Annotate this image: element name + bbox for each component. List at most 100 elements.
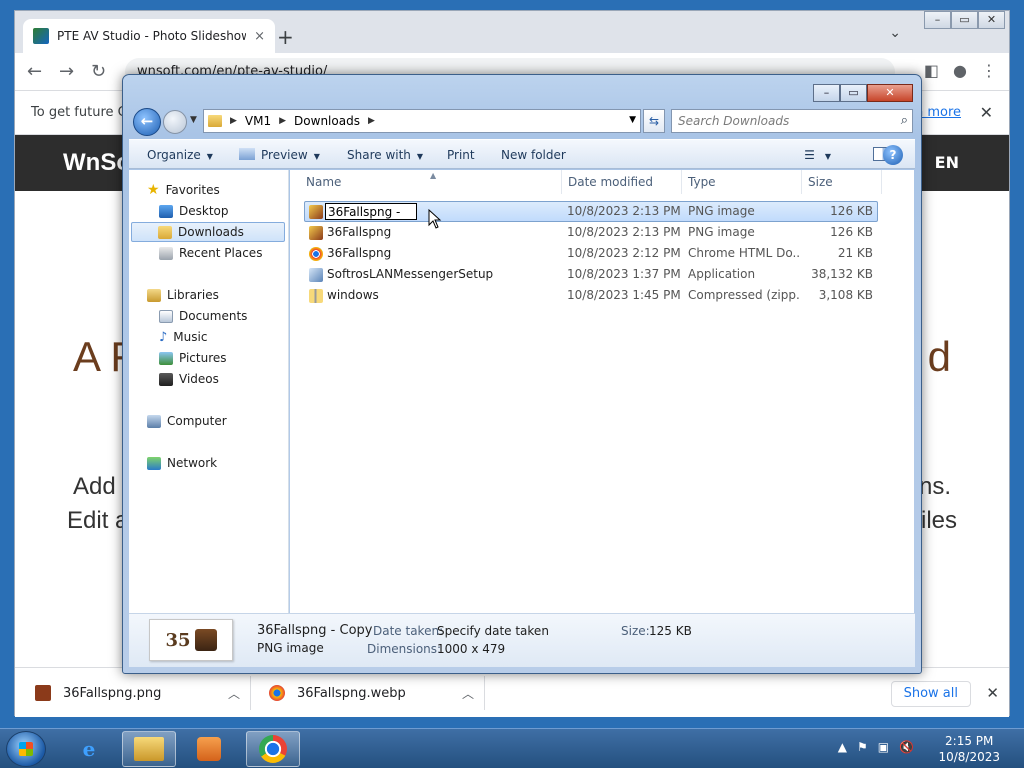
help-icon[interactable]: ? xyxy=(883,145,903,165)
file-size: 126 KB xyxy=(830,204,873,218)
chevron-up-icon[interactable]: ︿ xyxy=(228,685,240,702)
new-folder-button[interactable]: New folder xyxy=(501,148,566,162)
search-icon[interactable]: ⌕ xyxy=(901,110,908,132)
network-status-icon[interactable]: ▣ xyxy=(878,740,889,754)
site-logo[interactable]: WnSo xyxy=(63,149,131,177)
view-menu-button[interactable]: ☰ ▼ xyxy=(804,148,831,162)
dimensions-value: 1000 x 479 xyxy=(437,642,506,656)
file-size: 126 KB xyxy=(830,225,873,239)
show-all-button[interactable]: Show all xyxy=(890,681,971,707)
back-button[interactable]: ← xyxy=(133,108,161,136)
preview-icon xyxy=(239,148,255,160)
download-item[interactable]: 36Fallspng.png ︿ xyxy=(25,676,251,710)
breadcrumb-separator-icon[interactable]: ▶ xyxy=(368,116,375,126)
nav-network[interactable]: Network xyxy=(147,453,217,473)
rename-input[interactable] xyxy=(325,203,417,220)
nav-downloads[interactable]: Downloads xyxy=(131,222,285,242)
breadcrumb[interactable]: ▶ VM1 ▶ Downloads ▶ ▼ xyxy=(203,109,641,133)
history-dropdown-icon[interactable]: ▼ xyxy=(190,115,197,125)
profile-avatar-icon[interactable]: ● xyxy=(953,61,967,80)
dialog-close-button[interactable]: ✕ xyxy=(867,84,913,102)
nav-libraries[interactable]: Libraries xyxy=(147,285,219,305)
browser-tab[interactable]: PTE AV Studio - Photo Slideshow × xyxy=(23,19,275,53)
details-file-type: PNG image xyxy=(257,641,324,655)
nav-documents[interactable]: Documents xyxy=(159,306,247,326)
column-header-name[interactable]: Name ▲ xyxy=(300,170,562,194)
image-icon xyxy=(309,226,323,240)
chrome-taskbar-button[interactable] xyxy=(246,731,300,767)
videos-icon xyxy=(159,372,173,386)
maximize-button[interactable]: ▭ xyxy=(951,11,978,29)
column-header-size[interactable]: Size xyxy=(802,170,882,194)
dialog-minimize-button[interactable]: – xyxy=(813,84,840,102)
language-switch[interactable]: EN xyxy=(935,153,959,172)
dialog-maximize-button[interactable]: ▭ xyxy=(840,84,867,102)
explorer-dialog: – ▭ ✕ ← ▼ ▶ VM1 ▶ Downloads ▶ ▼ ⇆ Search… xyxy=(122,74,922,674)
volume-muted-icon[interactable]: 🔇 xyxy=(899,740,914,754)
file-explorer-taskbar-button[interactable] xyxy=(122,731,176,767)
breadcrumb-item-vm1[interactable]: VM1 xyxy=(245,114,271,128)
nav-favorites[interactable]: ★ Favorites xyxy=(147,180,220,200)
table-row[interactable]: 36Fallspng 10/8/2023 2:13 PM PNG image 1… xyxy=(304,222,878,243)
breadcrumb-separator-icon[interactable]: ▶ xyxy=(279,116,286,126)
file-date: 10/8/2023 2:13 PM xyxy=(567,225,681,239)
navigation-pane: ★ Favorites Desktop Downloads Recent Plac… xyxy=(129,170,289,613)
download-bar-close-icon[interactable]: ✕ xyxy=(986,684,999,702)
print-button[interactable]: Print xyxy=(447,148,475,162)
tab-close-icon[interactable]: × xyxy=(254,29,265,44)
music-icon: ♪ xyxy=(159,329,168,345)
nav-desktop[interactable]: Desktop xyxy=(159,201,229,221)
table-row[interactable]: windows 10/8/2023 1:45 PM Compressed (zi… xyxy=(304,285,878,306)
minimize-button[interactable]: – xyxy=(924,11,951,29)
tab-search-icon[interactable]: ⌄ xyxy=(889,25,901,41)
date-taken-label: Date taken: xyxy=(373,624,444,638)
address-row: ← ▼ ▶ VM1 ▶ Downloads ▶ ▼ ⇆ Search Downl… xyxy=(129,107,915,136)
table-row[interactable]: 36Fallspng 10/8/2023 2:12 PM Chrome HTML… xyxy=(304,243,878,264)
show-hidden-icons-icon[interactable]: ▲ xyxy=(838,740,847,754)
share-with-button[interactable]: Share with ▼ xyxy=(347,148,423,162)
address-dropdown-icon[interactable]: ▼ xyxy=(629,115,636,125)
preview-button[interactable]: Preview ▼ xyxy=(239,148,320,162)
system-clock[interactable]: 2:15 PM 10/8/2023 xyxy=(938,733,1000,765)
table-row[interactable]: SoftrosLANMessengerSetup 10/8/2023 1:37 … xyxy=(304,264,878,285)
search-placeholder: Search Downloads xyxy=(678,114,790,128)
back-arrow-icon[interactable]: ← xyxy=(27,61,42,82)
date-taken-value[interactable]: Specify date taken xyxy=(437,624,549,638)
download-item[interactable]: 36Fallspng.webp ︿ xyxy=(259,676,485,710)
size-label: Size: xyxy=(621,624,650,638)
info-bar-close-icon[interactable]: ✕ xyxy=(980,103,993,122)
start-button[interactable] xyxy=(6,731,46,767)
reload-icon[interactable]: ↻ xyxy=(91,61,106,82)
file-name: SoftrosLANMessengerSetup xyxy=(327,267,494,281)
search-input[interactable]: Search Downloads ⌕ xyxy=(671,109,913,133)
organize-button[interactable]: Organize ▼ xyxy=(147,148,213,162)
table-row[interactable]: 10/8/2023 2:13 PM PNG image 126 KB xyxy=(304,201,878,222)
thumbnail-figure-icon xyxy=(194,629,217,651)
nav-videos[interactable]: Videos xyxy=(159,369,219,389)
nav-label: Videos xyxy=(179,372,219,386)
nav-label: Pictures xyxy=(179,351,227,365)
media-player-icon[interactable] xyxy=(182,731,236,767)
nav-label: Downloads xyxy=(178,225,244,239)
sidebar-icon[interactable]: ◧ xyxy=(924,61,939,80)
column-header-date-modified[interactable]: Date modified xyxy=(562,170,682,194)
close-button[interactable]: ✕ xyxy=(978,11,1005,29)
nav-pictures[interactable]: Pictures xyxy=(159,348,227,368)
details-file-name: 36Fallspng - Copy xyxy=(257,623,373,638)
menu-kebab-icon[interactable]: ⋮ xyxy=(981,61,997,80)
refresh-button[interactable]: ⇆ xyxy=(643,109,665,133)
breadcrumb-separator-icon[interactable]: ▶ xyxy=(230,116,237,126)
dialog-window-controls: – ▭ ✕ xyxy=(813,84,913,102)
chevron-up-icon[interactable]: ︿ xyxy=(462,685,474,702)
chevron-down-icon: ▼ xyxy=(206,152,213,161)
nav-computer[interactable]: Computer xyxy=(147,411,227,431)
nav-music[interactable]: ♪ Music xyxy=(159,327,207,347)
column-header-type[interactable]: Type xyxy=(682,170,802,194)
internet-explorer-icon[interactable]: e xyxy=(62,731,116,767)
nav-recent-places[interactable]: Recent Places xyxy=(159,243,262,263)
breadcrumb-item-downloads[interactable]: Downloads xyxy=(294,114,360,128)
forward-arrow-icon[interactable]: → xyxy=(59,61,74,82)
new-tab-button[interactable]: + xyxy=(277,25,294,49)
action-center-flag-icon[interactable]: ⚑ xyxy=(857,740,868,754)
forward-button[interactable] xyxy=(163,110,187,134)
